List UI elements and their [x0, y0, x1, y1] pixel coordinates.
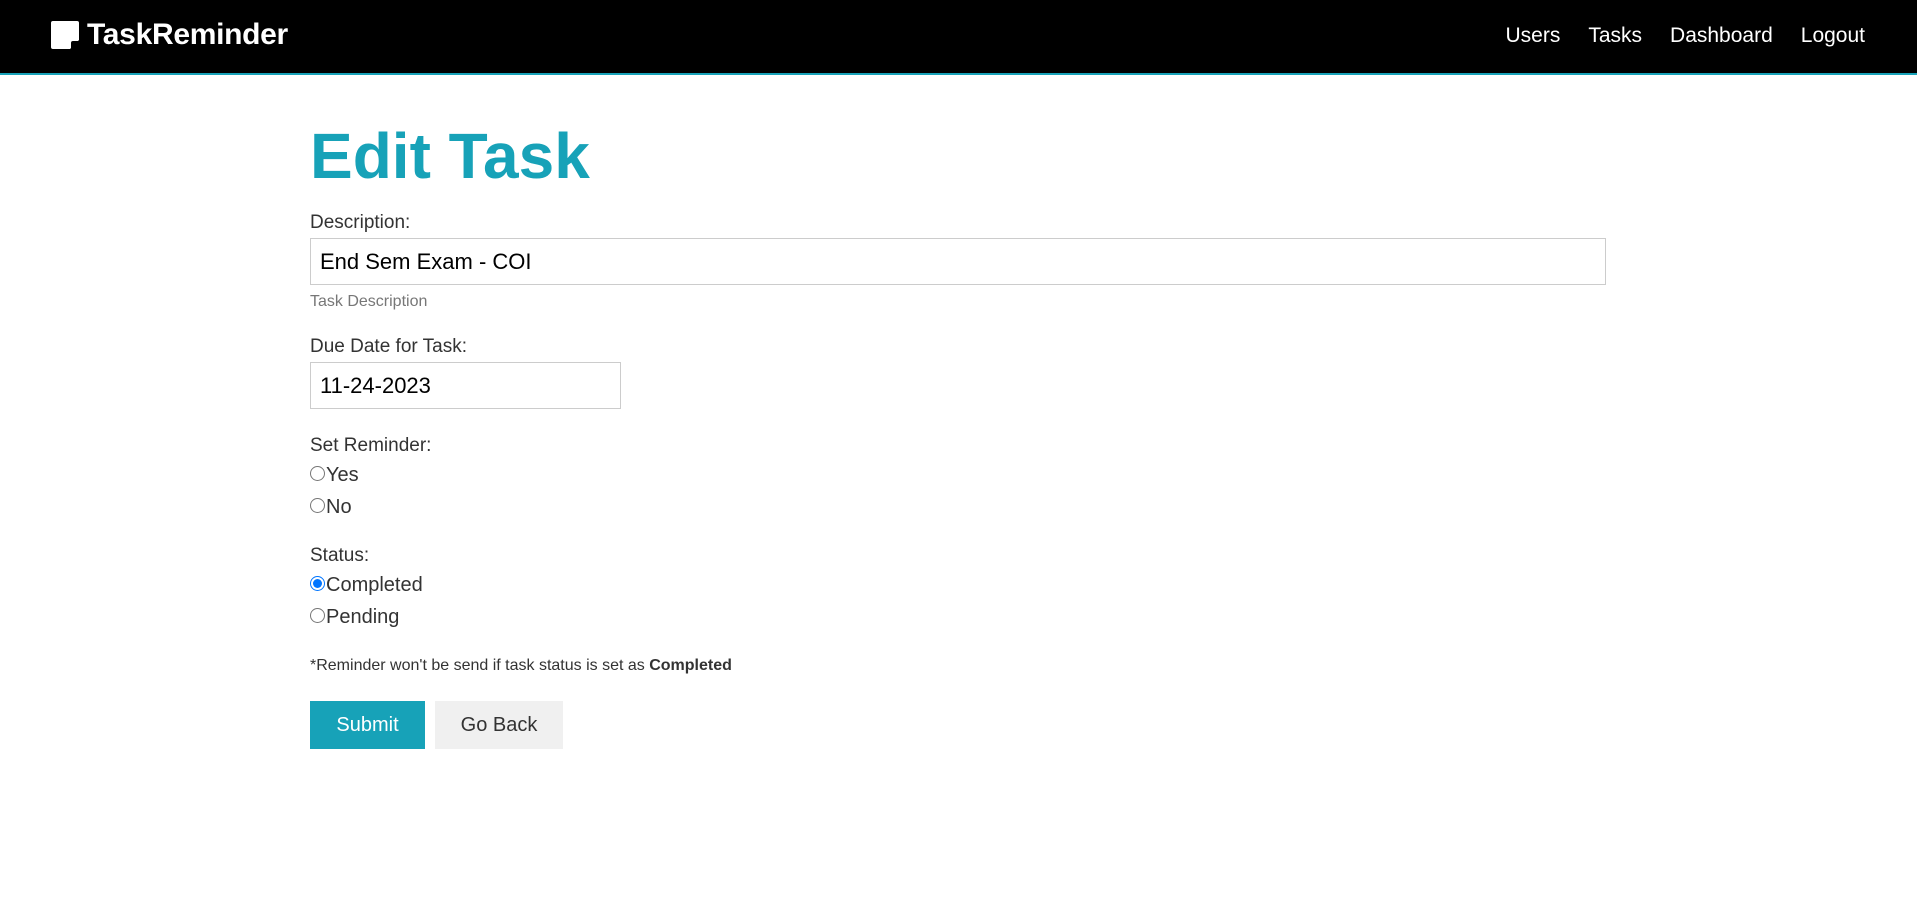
nav-links: Users Tasks Dashboard Logout: [1478, 24, 1866, 48]
sticky-note-icon: [51, 21, 79, 49]
reminder-note: *Reminder won't be send if task status i…: [310, 657, 1610, 675]
nav-link-logout[interactable]: Logout: [1801, 24, 1865, 48]
status-pending-label: Pending: [326, 605, 400, 628]
submit-button[interactable]: Submit: [310, 701, 425, 749]
reminder-no-radio[interactable]: [310, 497, 325, 513]
reminder-no-label: No: [326, 495, 352, 518]
reminder-option-no[interactable]: No: [310, 491, 1610, 523]
reminder-option-yes[interactable]: Yes: [310, 459, 1610, 491]
go-back-button[interactable]: Go Back: [435, 701, 563, 749]
navbar: TaskReminder Users Tasks Dashboard Logou…: [0, 0, 1917, 75]
due-date-label: Due Date for Task:: [310, 336, 468, 357]
status-option-pending[interactable]: Pending: [310, 601, 1610, 633]
reminder-label: Set Reminder:: [310, 435, 432, 456]
status-completed-radio[interactable]: [310, 575, 325, 591]
main-content: Edit Task Description: Task Description …: [310, 118, 1610, 749]
due-date-input[interactable]: [310, 362, 621, 409]
due-date-group: Due Date for Task:: [310, 336, 1610, 409]
reminder-group: Set Reminder: Yes No: [310, 435, 1610, 523]
reminder-yes-label: Yes: [326, 463, 359, 486]
status-option-completed[interactable]: Completed: [310, 569, 1610, 601]
description-input[interactable]: [310, 238, 1606, 285]
brand-name: TaskReminder: [87, 18, 288, 51]
status-group: Status: Completed Pending: [310, 545, 1610, 633]
page-title: Edit Task: [310, 120, 590, 192]
description-group: Description: Task Description: [310, 212, 1610, 311]
nav-link-dashboard[interactable]: Dashboard: [1670, 24, 1773, 48]
status-label: Status:: [310, 545, 370, 566]
reminder-note-bold: Completed: [649, 657, 732, 674]
reminder-yes-radio[interactable]: [310, 465, 325, 481]
form-actions: Submit Go Back: [310, 701, 1610, 749]
status-completed-label: Completed: [326, 573, 423, 596]
description-help-text: Task Description: [310, 293, 428, 310]
nav-link-tasks[interactable]: Tasks: [1588, 24, 1642, 48]
description-label: Description:: [310, 212, 411, 233]
status-pending-radio[interactable]: [310, 607, 325, 623]
reminder-note-text: *Reminder won't be send if task status i…: [310, 657, 650, 674]
nav-link-users[interactable]: Users: [1506, 24, 1561, 48]
brand-link[interactable]: TaskReminder: [51, 18, 288, 52]
